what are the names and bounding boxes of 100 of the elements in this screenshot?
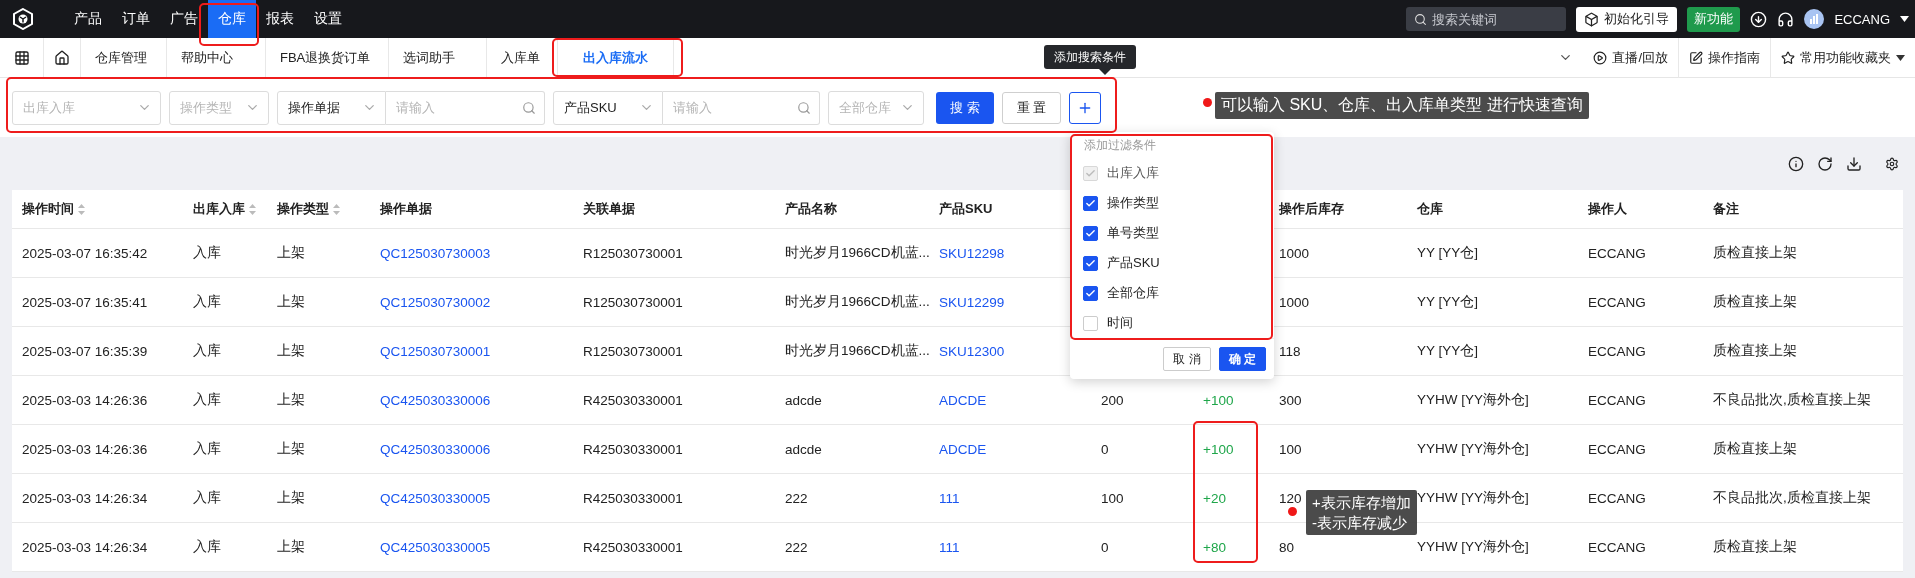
table-link[interactable]: QC425030330005 xyxy=(380,490,491,506)
tab[interactable]: 入库单 xyxy=(487,38,558,77)
table-cell: 100 xyxy=(1279,441,1302,457)
tab[interactable]: 仓库管理 xyxy=(81,38,167,77)
header-label: 操作后库存 xyxy=(1279,200,1344,218)
tab[interactable]: 帮助中心 xyxy=(167,38,266,77)
table-cell: 上架 xyxy=(277,342,305,360)
user-name[interactable]: ECCANG xyxy=(1834,11,1890,27)
table-link[interactable]: QC125030730001 xyxy=(380,343,491,359)
table-link[interactable]: QC425030330006 xyxy=(380,441,491,457)
new-feature-button[interactable]: 新功能 xyxy=(1687,6,1741,32)
table-cell: 上架 xyxy=(277,538,305,556)
table-link[interactable]: QC125030730002 xyxy=(380,294,491,310)
table-cell: 118 xyxy=(1279,343,1301,359)
table-cell: 不良品批次,质检直接上架 xyxy=(1713,489,1871,507)
option-label[interactable]: 单号类型 xyxy=(1107,224,1159,242)
header-label: 关联单据 xyxy=(583,200,635,218)
select-field[interactable]: 操作单据 xyxy=(277,90,386,125)
select-field[interactable]: 产品SKU xyxy=(553,90,663,125)
table-cell: 时光岁月1966CD机蓝... xyxy=(785,342,930,360)
tab[interactable]: FBA退换货订单 xyxy=(266,38,389,77)
table-cell: +20 xyxy=(1203,490,1226,506)
table-cell: 2025-03-07 16:35:39 xyxy=(22,343,148,359)
table-cell: 2025-03-03 14:26:34 xyxy=(22,539,148,555)
table-cell: ECCANG xyxy=(1588,539,1646,555)
live-replay-link[interactable]: 直播/回放 xyxy=(1583,37,1678,78)
table-cell: 0 xyxy=(1101,539,1109,555)
table-cell: R425030330001 xyxy=(583,392,683,408)
table-cell: 质检直接上架 xyxy=(1713,244,1797,262)
tooltip-arrow xyxy=(1099,69,1111,75)
info-icon[interactable] xyxy=(1788,155,1804,172)
table-link[interactable]: 111 xyxy=(939,539,960,555)
table-link[interactable]: SKU12298 xyxy=(939,245,1005,261)
table-link[interactable]: ADCDE xyxy=(939,392,987,408)
table-cell: 1000 xyxy=(1279,245,1310,261)
search-field[interactable]: 搜索关键词 xyxy=(1406,7,1567,31)
table-cell: 2025-03-03 14:26:36 xyxy=(22,441,148,457)
marker-dot xyxy=(1203,98,1212,107)
table-cell: 300 xyxy=(1279,392,1302,408)
annotation-callout: +表示库存增加 -表示库存减少 xyxy=(1306,490,1417,535)
table-cell: ECCANG xyxy=(1588,441,1646,457)
table-cell: 入库 xyxy=(193,391,221,409)
table-link[interactable]: ADCDE xyxy=(939,441,987,457)
cancel-button[interactable]: 取 消 xyxy=(1163,347,1211,371)
search-button[interactable]: 搜 索 xyxy=(936,91,994,124)
input-field[interactable]: 请输入 xyxy=(663,90,820,125)
headset-icon[interactable] xyxy=(1777,10,1795,28)
avatar-icon[interactable] xyxy=(1804,9,1825,29)
table-link[interactable]: SKU12299 xyxy=(939,294,1005,310)
grid-icon[interactable] xyxy=(13,49,30,66)
table-link[interactable]: QC425030330006 xyxy=(380,392,491,408)
nav-item[interactable]: 订单 xyxy=(112,0,160,38)
option-label[interactable]: 全部仓库 xyxy=(1107,284,1159,302)
input-field[interactable]: 请输入 xyxy=(386,90,545,125)
download-icon[interactable] xyxy=(1846,155,1862,172)
nav-item[interactable]: 报表 xyxy=(256,0,304,38)
table-cell: R125030730001 xyxy=(583,245,683,261)
confirm-button[interactable]: 确 定 xyxy=(1218,347,1266,371)
logo-icon[interactable] xyxy=(12,8,34,30)
table-cell: 222 xyxy=(785,490,808,506)
table-cell: R125030730001 xyxy=(583,343,683,359)
nav-item[interactable]: 设置 xyxy=(304,0,352,38)
header-label: 产品SKU xyxy=(939,200,993,218)
table-cell: adcde xyxy=(785,392,822,408)
nav-item[interactable]: 广告 xyxy=(160,0,208,38)
search-icon[interactable] xyxy=(1414,13,1428,26)
table-link[interactable]: QC425030330005 xyxy=(380,539,491,555)
table-cell: R425030330001 xyxy=(583,441,683,457)
refresh-icon[interactable] xyxy=(1817,155,1833,172)
tab[interactable]: 选词助手 xyxy=(389,38,487,77)
option-label[interactable]: 时间 xyxy=(1107,314,1133,332)
add-condition-button[interactable] xyxy=(1069,91,1102,124)
nav-item[interactable]: 产品 xyxy=(64,0,112,38)
download-icon[interactable] xyxy=(1750,10,1768,28)
caret-icon[interactable] xyxy=(1896,54,1905,61)
tab[interactable]: 出入库流水 xyxy=(558,38,674,77)
favorites-link[interactable]: 常用功能收藏夹 xyxy=(1770,37,1915,78)
table-cell: 上架 xyxy=(277,489,305,507)
header-label: 操作单据 xyxy=(380,200,432,218)
table-cell: 上架 xyxy=(277,391,305,409)
home-icon[interactable] xyxy=(54,49,70,66)
table-cell: +100 xyxy=(1203,441,1234,457)
option-label[interactable]: 产品SKU xyxy=(1107,254,1160,272)
caret-icon[interactable] xyxy=(1900,16,1909,22)
tooltip: 添加搜索条件 xyxy=(1044,45,1136,69)
annotation-callout: 可以输入 SKU、仓库、出入库单类型 进行快速查询 xyxy=(1215,92,1589,119)
popover-title: 添加过滤条件 xyxy=(1083,136,1157,154)
guide-link[interactable]: 操作指南 xyxy=(1678,37,1770,78)
table-link[interactable]: SKU12300 xyxy=(939,343,1005,359)
guide-button[interactable]: 初始化引导 xyxy=(1576,6,1678,32)
table-cell: R425030330001 xyxy=(583,539,683,555)
table-cell: 80 xyxy=(1279,539,1295,555)
nav-item[interactable]: 仓库 xyxy=(208,0,256,38)
table-cell: 质检直接上架 xyxy=(1713,293,1797,311)
reset-button[interactable]: 重 置 xyxy=(1001,91,1062,124)
table-link[interactable]: QC125030730003 xyxy=(380,245,491,261)
header-label: 操作类型 xyxy=(277,200,329,218)
table-link[interactable]: 111 xyxy=(939,490,960,506)
option-label[interactable]: 操作类型 xyxy=(1107,194,1159,212)
settings-icon[interactable] xyxy=(1885,156,1899,171)
